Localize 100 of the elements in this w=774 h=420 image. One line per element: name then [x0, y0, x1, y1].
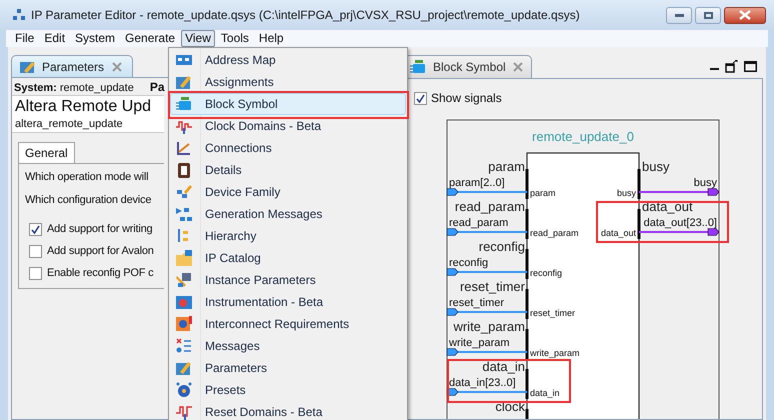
- menu-item[interactable]: Edit: [39, 30, 70, 47]
- pencil-icon: [176, 74, 192, 90]
- pin-bar: [526, 409, 528, 419]
- app-icon: [13, 9, 25, 21]
- signal-name: param[2..0]: [449, 177, 505, 189]
- menu-item[interactable]: Parameters: [170, 357, 406, 379]
- port-name: busy: [642, 159, 670, 174]
- menu-item[interactable]: File: [10, 30, 40, 47]
- maximize-icon: [704, 12, 712, 18]
- pencil-icon: [20, 60, 36, 74]
- menu-item[interactable]: Help: [254, 30, 289, 47]
- checkbox-label: Add support for Avalon: [47, 244, 154, 259]
- menu-item[interactable]: Interconnect Requirements: [170, 313, 406, 335]
- checkbox[interactable]: [414, 92, 427, 104]
- connector-icon: [176, 140, 192, 156]
- signal-name: read_param: [449, 217, 508, 229]
- menu-item[interactable]: Device Family: [170, 181, 406, 203]
- question-text: Which configuration device: [25, 193, 152, 208]
- port-name: write_param: [453, 319, 525, 334]
- menu-item[interactable]: Instance Parameters: [170, 269, 406, 291]
- signal-name: reset_timer: [449, 297, 504, 309]
- menu-item[interactable]: Address Map: [170, 49, 406, 71]
- component-name: altera_remote_update: [15, 118, 124, 131]
- detach-icon[interactable]: [725, 60, 738, 73]
- checkbox[interactable]: [29, 222, 42, 236]
- pin-bar: [526, 249, 528, 279]
- parameters-tab[interactable]: Parameters: [11, 55, 133, 77]
- maximize-button[interactable]: [695, 6, 721, 24]
- pin-bar: [638, 169, 640, 199]
- chip-icon: [410, 60, 427, 74]
- port-name: data_out: [642, 199, 693, 214]
- system-name: System: remote_update: [14, 81, 134, 96]
- menu-item[interactable]: Connections: [170, 137, 406, 159]
- pencil-icon: [176, 272, 192, 288]
- pin-bar: [526, 329, 528, 359]
- pencil-icon: [176, 184, 192, 200]
- pin-bar: [638, 209, 640, 239]
- window-title: IP Parameter Editor - remote_update.qsys (C:\intelFPGA_prj\CVSX_RSU_project\remote_update.qsys): [31, 7, 580, 24]
- signal-name: data_out[23..0]: [644, 217, 717, 229]
- signal-name: data_in[23..0]: [449, 377, 516, 389]
- minimize-button[interactable]: [666, 6, 692, 24]
- table-icon: [176, 52, 192, 68]
- pin-bar: [526, 209, 528, 239]
- pin-name: data_out: [600, 228, 636, 238]
- menu-item[interactable]: Block Symbol: [170, 93, 406, 115]
- menu-item[interactable]: Instrumentation - Beta: [170, 291, 406, 313]
- checkbox-label: Add support for writing: [47, 222, 152, 237]
- port-name: param: [488, 159, 525, 174]
- menu-item[interactable]: Generation Messages: [170, 203, 406, 225]
- menu-item[interactable]: Tools: [216, 30, 254, 47]
- port-name: read_param: [454, 199, 525, 214]
- folder-icon: [176, 250, 192, 266]
- maximize-icon[interactable]: [744, 61, 757, 72]
- signal-name: write_param: [449, 337, 510, 349]
- component-name: remote_update_0: [532, 129, 634, 144]
- magnifier-icon: [176, 316, 192, 332]
- pencil-icon: [176, 360, 192, 376]
- port-name: data_in: [482, 359, 525, 374]
- list-icon: [176, 338, 192, 354]
- panel-label: Pa: [150, 79, 165, 96]
- checkbox-label: Enable reconfig POF c: [47, 266, 154, 281]
- menu-item[interactable]: Reset Domains - Beta: [170, 401, 406, 420]
- pin-name: busy: [616, 188, 636, 198]
- pin-name: reconfig: [530, 268, 562, 278]
- menu-item[interactable]: System: [70, 30, 120, 47]
- checkbox[interactable]: [29, 266, 42, 280]
- checkbox[interactable]: [29, 244, 42, 258]
- pin-bar: [526, 369, 528, 399]
- pin-name: read_param: [530, 228, 579, 238]
- menu-item[interactable]: View: [181, 30, 215, 47]
- pin-bar: [526, 289, 528, 319]
- gauge-icon: [176, 294, 192, 310]
- signal-name: busy: [694, 177, 717, 189]
- disc-icon: [176, 382, 192, 398]
- question-text: Which operation mode will: [25, 170, 148, 185]
- menu-item[interactable]: Details: [170, 159, 406, 181]
- close-icon: [739, 10, 751, 20]
- signal-name: reconfig: [449, 257, 488, 269]
- tab[interactable]: General: [18, 142, 75, 163]
- port-name: reset_timer: [460, 279, 525, 294]
- component-title: Altera Remote Upd: [15, 97, 152, 117]
- menu-item[interactable]: IP Catalog: [170, 247, 406, 269]
- menu-item[interactable]: Presets: [170, 379, 406, 401]
- menu-item[interactable]: Messages: [170, 335, 406, 357]
- pin-name: param: [530, 188, 556, 198]
- port-name: clock: [495, 399, 525, 414]
- menu-item[interactable]: Hierarchy: [170, 225, 406, 247]
- minimize-icon: [674, 14, 684, 16]
- document-icon: [176, 162, 192, 178]
- port-name: reconfig: [478, 239, 525, 254]
- checkbox-label: Show signals: [431, 90, 502, 107]
- pin-name: reset_timer: [530, 308, 576, 318]
- menu-item[interactable]: Assignments: [170, 71, 406, 93]
- menu-item[interactable]: Generate: [120, 30, 180, 47]
- chip-icon: [176, 96, 192, 112]
- pin-bar: [526, 169, 528, 199]
- close-button[interactable]: [724, 6, 766, 24]
- pin-name: data_in: [530, 388, 560, 398]
- menu-item[interactable]: Clock Domains - Beta: [170, 115, 406, 137]
- hierarchy-icon: [176, 206, 192, 222]
